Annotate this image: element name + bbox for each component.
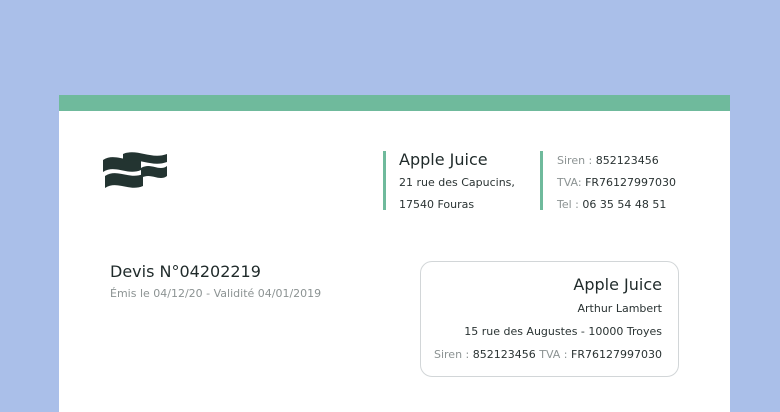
tva-label: TVA: [557,176,582,189]
issuer-siren: Siren : 852123456 [557,150,676,172]
issuer-block: Apple Juice 21 rue des Capucins, 17540 F… [383,150,515,211]
client-card: Apple Juice Arthur Lambert 15 rue des Au… [420,261,679,377]
quote-header: Devis N°04202219 Émis le 04/12/20 - Vali… [110,262,321,303]
client-details: Apple Juice Arthur Lambert 15 rue des Au… [434,275,662,366]
issuer-legal-block: Siren : 852123456 TVA: FR76127997030 Tel… [540,150,676,211]
client-siren-value: 852123456 [472,348,536,361]
siren-value: 852123456 [595,154,659,167]
client-contact: Arthur Lambert [577,302,663,315]
issuer-tel: Tel : 06 35 54 48 51 [557,194,676,216]
issuer-address-line2: 17540 Fouras [399,198,475,211]
client-tva-value: FR76127997030 [571,348,662,361]
client-tva-label: TVA : [539,348,568,361]
client-address: 15 rue des Augustes - 10000 Troyes [464,325,662,338]
client-legal: Siren : 852123456 TVA : FR76127997030 [434,343,662,366]
tel-label: Tel : [557,198,579,211]
issuer-tva: TVA: FR76127997030 [557,172,676,194]
accent-bar [59,95,730,111]
issuer-address-line1: 21 rue des Capucins, [399,176,515,189]
client-company: Apple Juice [573,275,662,294]
tel-value: 06 35 54 48 51 [582,198,667,211]
siren-label: Siren : [557,154,593,167]
quote-dates: Émis le 04/12/20 - Validité 04/01/2019 [110,287,322,300]
issuer-name: Apple Juice [399,150,488,169]
tva-value: FR76127997030 [585,176,677,189]
quote-document: Apple Juice 21 rue des Capucins, 17540 F… [59,95,730,412]
quote-title: Devis N°04202219 [110,262,261,281]
company-logo-icon [103,152,167,188]
client-siren-label: Siren : [433,348,470,361]
